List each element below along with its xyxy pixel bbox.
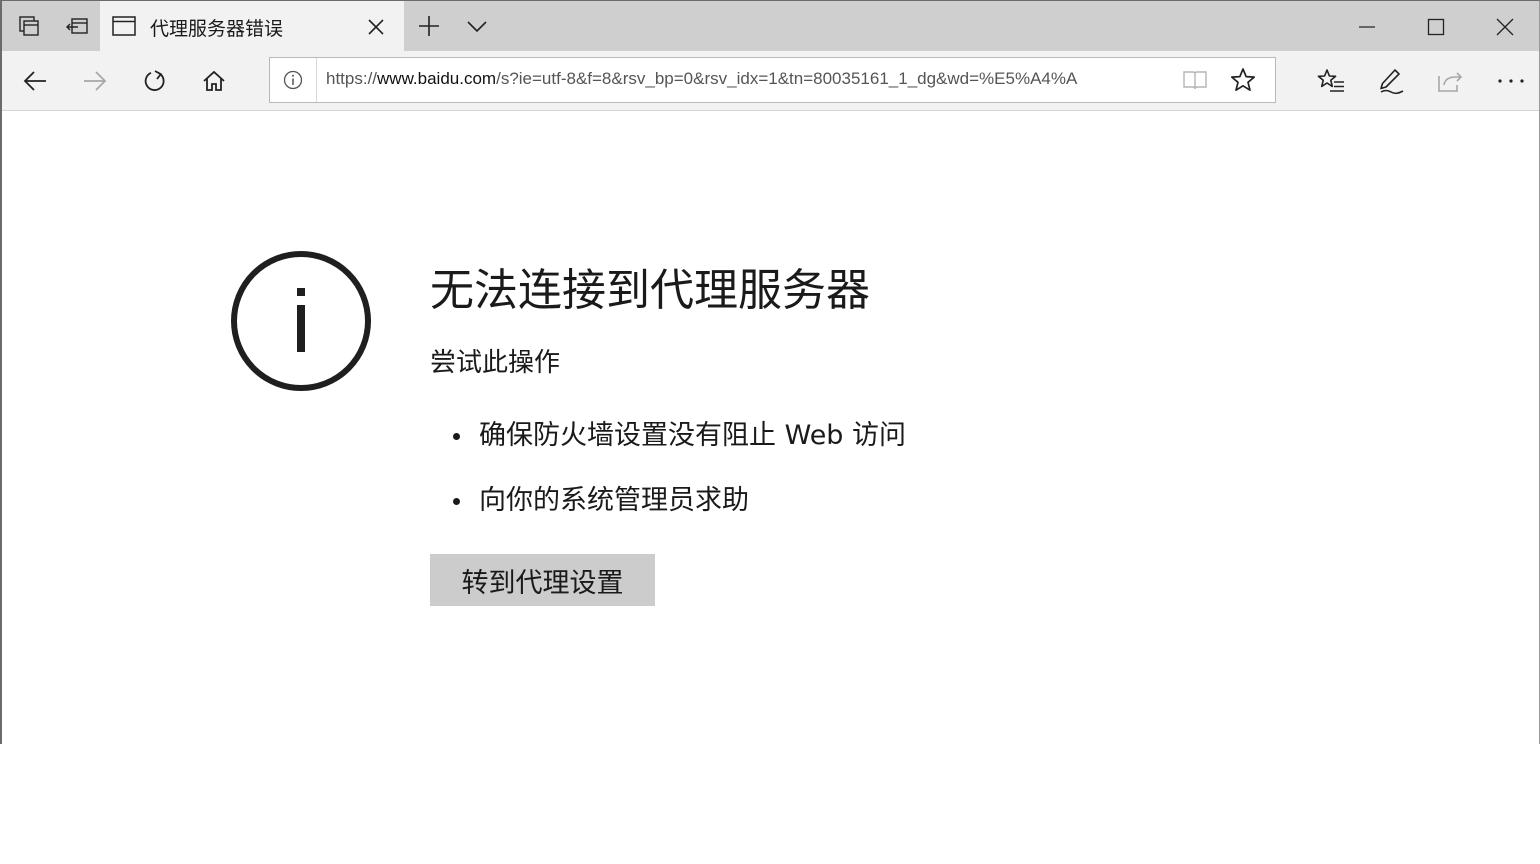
set-aside-icon[interactable]	[60, 9, 94, 43]
site-info-icon[interactable]	[270, 58, 317, 102]
back-arrow-icon[interactable]	[16, 63, 54, 99]
more-icon[interactable]	[1492, 63, 1530, 99]
close-tab-icon[interactable]	[365, 16, 387, 38]
reading-view-icon	[1182, 69, 1208, 95]
pen-icon[interactable]	[1372, 63, 1410, 99]
error-title: 无法连接到代理服务器	[430, 265, 870, 316]
tab-title: 代理服务器错误	[150, 18, 284, 40]
suggestion-list: 确保防火墙设置没有阻止 Web 访问 向你的系统管理员求助	[450, 412, 906, 542]
list-item: 向你的系统管理员求助	[450, 477, 906, 542]
home-icon[interactable]	[195, 63, 233, 99]
page-icon	[112, 16, 136, 40]
browser-window: 代理服务器错误 https://www.baidu.com/s?ie=utf-8…	[0, 0, 1540, 744]
maximize-icon[interactable]	[1413, 7, 1459, 47]
close-window-icon[interactable]	[1482, 7, 1528, 47]
tabs-aside-icon[interactable]	[12, 9, 46, 43]
error-subtitle: 尝试此操作	[430, 348, 561, 378]
address-bar[interactable]: https://www.baidu.com/s?ie=utf-8&f=8&rsv…	[269, 57, 1276, 103]
url-text[interactable]: https://www.baidu.com/s?ie=utf-8&f=8&rsv…	[326, 69, 1168, 93]
refresh-icon[interactable]	[136, 63, 174, 99]
list-item: 确保防火墙设置没有阻止 Web 访问	[450, 412, 906, 477]
proxy-settings-button[interactable]: 转到代理设置	[430, 554, 655, 606]
favorites-icon[interactable]	[1312, 63, 1350, 99]
forward-arrow-icon	[76, 63, 114, 99]
navigation-bar: https://www.baidu.com/s?ie=utf-8&f=8&rsv…	[2, 51, 1539, 111]
star-icon[interactable]	[1230, 67, 1256, 97]
error-page: 无法连接到代理服务器 尝试此操作 确保防火墙设置没有阻止 Web 访问 向你的系…	[2, 112, 1539, 744]
info-icon	[230, 250, 372, 392]
chevron-down-icon[interactable]	[460, 9, 494, 43]
plus-icon[interactable]	[412, 9, 446, 43]
tab-bar: 代理服务器错误	[2, 1, 1539, 51]
active-tab[interactable]: 代理服务器错误	[100, 1, 404, 51]
share-icon	[1431, 63, 1469, 99]
minimize-icon[interactable]	[1344, 7, 1390, 47]
